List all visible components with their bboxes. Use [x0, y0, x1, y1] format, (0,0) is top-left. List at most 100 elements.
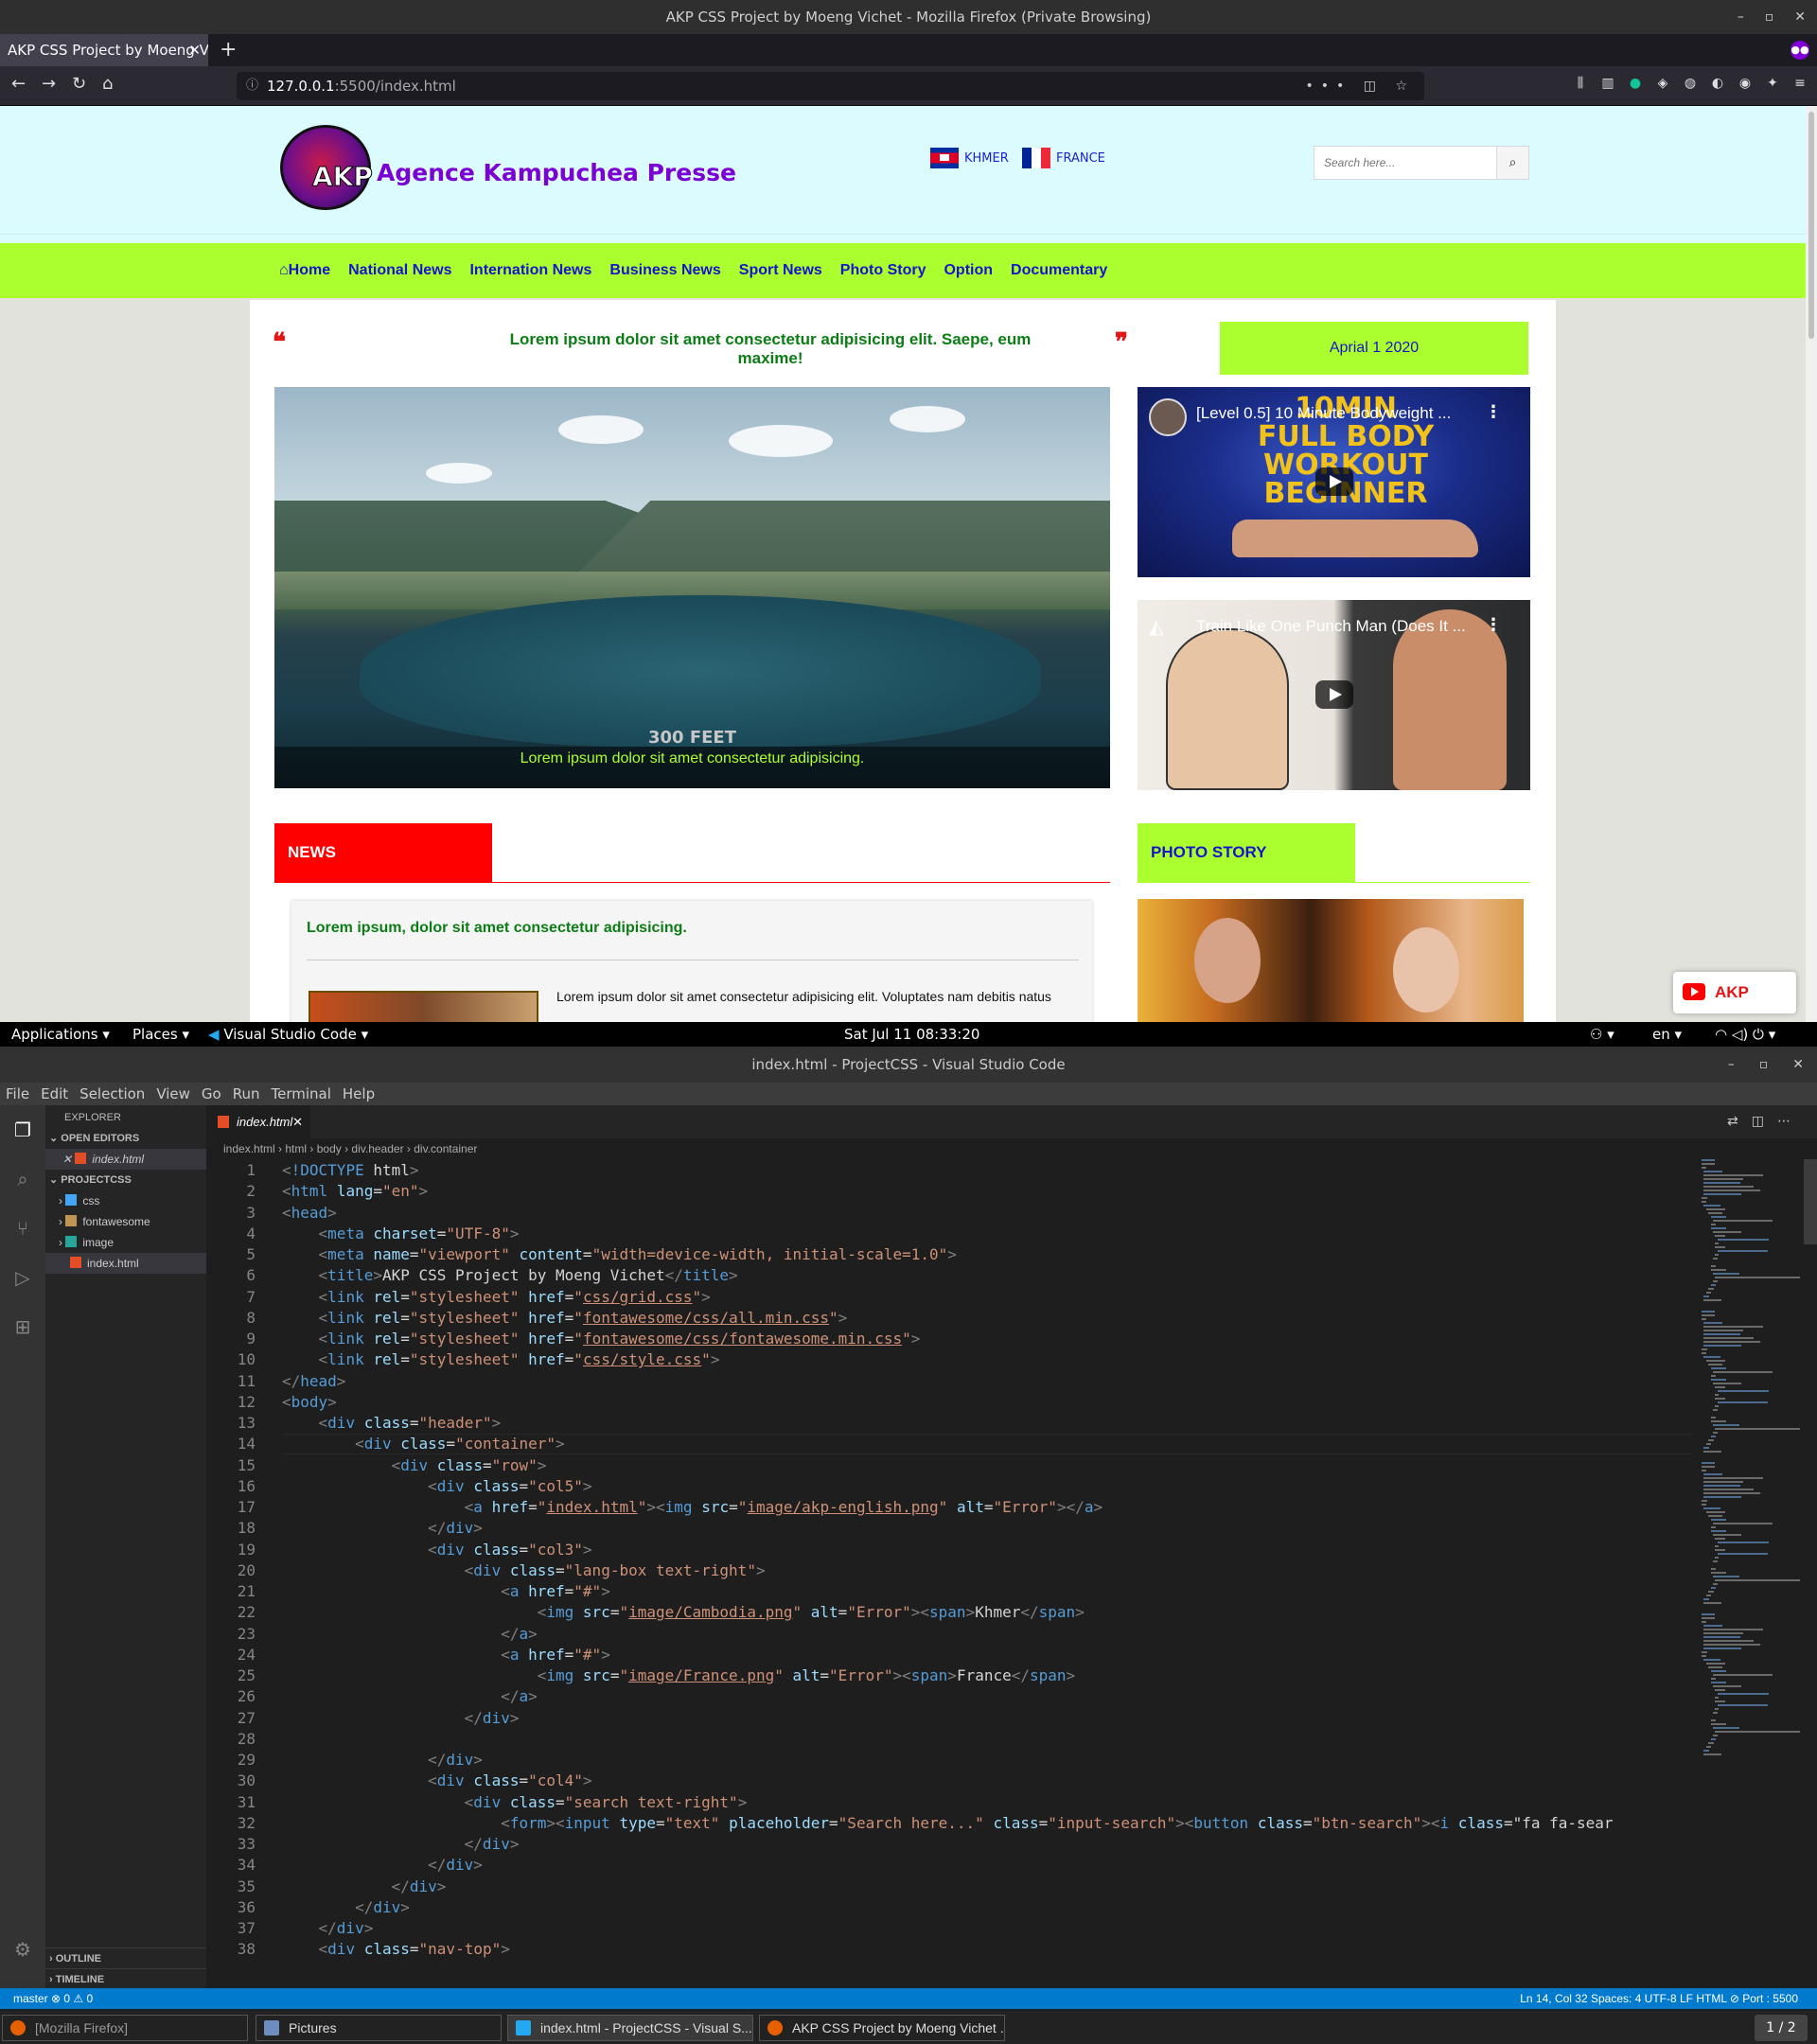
play-icon[interactable] [1315, 680, 1353, 709]
task-vscode[interactable]: index.html - ProjectCSS - Visual S... [507, 2015, 753, 2041]
crumb-body[interactable]: body [317, 1142, 342, 1155]
source-control-icon[interactable]: ⑂ [11, 1217, 34, 1240]
status-right[interactable]: Ln 14, Col 32 Spaces: 4 UTF-8 LF HTML ⊘ … [1520, 1988, 1798, 2009]
code-line[interactable]: </div> [282, 1751, 483, 1769]
extension-icon[interactable]: ◈ [1655, 76, 1670, 91]
minimize-icon[interactable]: – [1738, 0, 1744, 34]
library-icon[interactable]: ⫼ [1573, 76, 1588, 91]
lang-france-link[interactable]: FRANCE [1022, 148, 1105, 168]
code-line[interactable]: <head> [282, 1204, 337, 1222]
home-icon[interactable]: ⌂ [102, 74, 113, 94]
timeline-header[interactable]: › TIMELINE [45, 1968, 206, 1989]
code-line[interactable]: <form><input type="text" placeholder="Se… [282, 1814, 1613, 1832]
pocket-icon[interactable]: ◫ [1364, 79, 1384, 94]
places-menu[interactable]: Places ▾ [132, 1026, 189, 1043]
extensions-icon[interactable]: ⊞ [11, 1315, 34, 1338]
code-line[interactable]: <meta charset="UTF-8"> [282, 1225, 520, 1242]
info-icon[interactable]: ⓘ [246, 72, 258, 100]
menu-go[interactable]: Go [202, 1083, 221, 1105]
code-line[interactable]: <img src="image/Cambodia.png" alt="Error… [282, 1603, 1085, 1621]
close-icon[interactable]: ✕ [292, 1105, 303, 1138]
menu-terminal[interactable]: Terminal [272, 1083, 331, 1105]
grammarly-icon[interactable]: ● [1628, 76, 1643, 91]
open-editors-header[interactable]: ⌄ OPEN EDITORS [45, 1128, 206, 1149]
akp-video-button[interactable]: AKP Video [1673, 972, 1796, 1013]
code-line[interactable]: <a href="#"> [282, 1582, 610, 1600]
hero-image[interactable]: 300 FEET Lorem ipsum dolor sit amet cons… [274, 387, 1110, 788]
account-icon[interactable]: ◉ [1738, 76, 1753, 91]
news-title[interactable]: Lorem ipsum, dolor sit amet consectetur … [307, 920, 687, 937]
code-line[interactable]: <div class="col5"> [282, 1477, 591, 1495]
code-line[interactable]: <meta name="viewport" content="width=dev… [282, 1245, 957, 1263]
code-line[interactable]: <link rel="stylesheet" href="css/grid.cs… [282, 1288, 711, 1306]
video-embed-2[interactable]: ◭ Train Like One Punch Man (Does It ... … [1138, 600, 1530, 790]
code-line[interactable]: <div class="lang-box text-right"> [282, 1561, 766, 1579]
code-editor[interactable]: 1 <!DOCTYPE html> 2 <html lang="en"> 3 <head>… [206, 1159, 1692, 1992]
nav-business-news[interactable]: Business News [609, 262, 720, 279]
menu-icon[interactable]: ≡ [1792, 76, 1808, 91]
code-line[interactable]: <img src="image/France.png" alt="Error">… [282, 1666, 1075, 1684]
tree-folder-css[interactable]: › css [45, 1190, 206, 1211]
code-line[interactable]: <div class="col3"> [282, 1541, 591, 1559]
code-line[interactable]: </div> [282, 1898, 410, 1916]
logo-name[interactable]: Agence Kampuchea Presse [377, 159, 736, 186]
more-vert-icon[interactable]: ⋮ [1485, 615, 1502, 635]
code-line[interactable]: <link rel="stylesheet" href="fontawesome… [282, 1330, 921, 1348]
forward-icon[interactable]: → [42, 74, 56, 94]
code-line[interactable]: <div class="container"> [282, 1435, 565, 1453]
menu-file[interactable]: File [6, 1083, 29, 1105]
video-title[interactable]: Train Like One Punch Man (Does It ... [1196, 617, 1466, 636]
ublock-icon[interactable]: ◍ [1683, 76, 1698, 91]
compare-icon[interactable]: ⇄ [1727, 1114, 1752, 1129]
sidebar-icon[interactable]: ▥ [1600, 76, 1615, 91]
code-line[interactable]: <div class="row"> [282, 1456, 547, 1474]
status-left[interactable]: master ⊗ 0 ⚠ 0 [13, 1988, 93, 2009]
crumb-file[interactable]: index.html [223, 1142, 275, 1155]
nav-photo-story[interactable]: Photo Story [840, 262, 926, 279]
page-scrollbar[interactable] [1806, 106, 1817, 1022]
close-icon[interactable]: ✕ [62, 1153, 75, 1166]
puzzle-icon[interactable]: ✦ [1765, 76, 1780, 91]
menu-selection[interactable]: Selection [79, 1083, 145, 1105]
minimap[interactable] [1702, 1159, 1802, 1992]
vpn-icon[interactable]: ◐ [1710, 76, 1725, 91]
accessibility-icon[interactable]: ⚇ ▾ [1590, 1026, 1614, 1043]
crumb-header[interactable]: div.header [351, 1142, 403, 1155]
code-line[interactable]: </div> [282, 1877, 447, 1895]
more-icon[interactable]: ⋯ [1777, 1114, 1804, 1129]
close-tab-icon[interactable]: ✕ [188, 34, 201, 66]
tree-folder-image[interactable]: › image [45, 1232, 206, 1253]
run-debug-icon[interactable]: ▷ [11, 1266, 34, 1289]
crumb-container[interactable]: div.container [414, 1142, 477, 1155]
outline-header[interactable]: › OUTLINE [45, 1947, 206, 1968]
task-akp-firefox[interactable]: AKP CSS Project by Moeng Vichet ... [759, 2015, 1005, 2041]
code-line[interactable]: <a href="index.html"><img src="image/akp… [282, 1498, 1103, 1516]
menu-run[interactable]: Run [233, 1083, 260, 1105]
nav-option[interactable]: Option [944, 262, 993, 279]
back-icon[interactable]: ← [11, 74, 26, 94]
news-thumbnail[interactable] [309, 991, 538, 1022]
code-line[interactable]: <a href="#"> [282, 1646, 610, 1664]
code-line[interactable]: <link rel="stylesheet" href="fontawesome… [282, 1309, 848, 1327]
tree-folder-fontawesome[interactable]: › fontawesome [45, 1211, 206, 1232]
maximize-icon[interactable]: ▫ [1765, 0, 1774, 34]
search-icon[interactable]: ⌕ [11, 1168, 34, 1190]
photo-story-image[interactable] [1138, 899, 1524, 1022]
keyboard-layout[interactable]: en ▾ [1652, 1026, 1682, 1043]
code-line[interactable]: </div> [282, 1919, 374, 1937]
nav-sport-news[interactable]: Sport News [739, 262, 822, 279]
new-tab-icon[interactable]: + [220, 34, 237, 66]
search-button[interactable]: ⌕ [1496, 147, 1528, 179]
video-title[interactable]: [Level 0.5] 10 Minute Bodyweight ... [1196, 404, 1451, 423]
channel-logo-icon[interactable]: ◭ [1149, 615, 1181, 638]
editor-tab-index[interactable]: index.html ✕ [206, 1105, 310, 1138]
code-line[interactable]: </head> [282, 1372, 345, 1390]
page-actions-icon[interactable]: ••• [1306, 79, 1352, 94]
url-bar[interactable]: ⓘ 127.0.0.1:5500/index.html ••• ◫ ☆ [237, 72, 1424, 100]
split-editor-icon[interactable]: ◫ [1752, 1114, 1777, 1129]
code-line[interactable]: <body> [282, 1393, 337, 1411]
open-editor-item[interactable]: ✕ index.html [45, 1149, 206, 1170]
code-line[interactable]: <link rel="stylesheet" href="css/style.c… [282, 1350, 720, 1368]
editor-scrollbar[interactable] [1804, 1159, 1817, 1992]
menu-edit[interactable]: Edit [41, 1083, 68, 1105]
